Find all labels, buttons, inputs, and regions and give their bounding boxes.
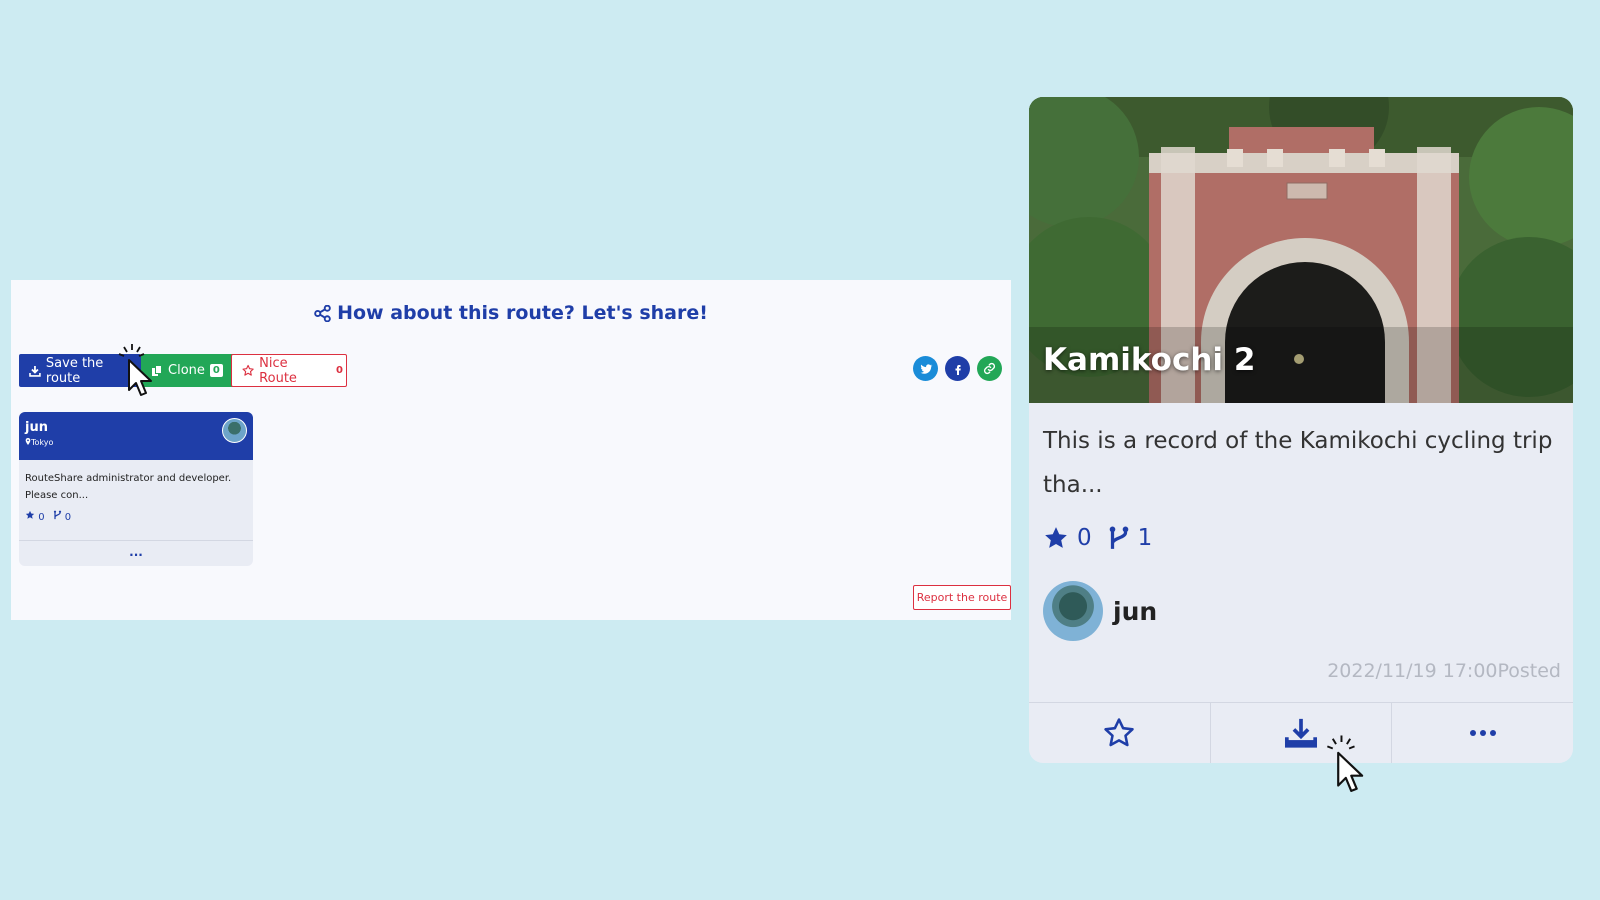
user-card-fork-count: 0 bbox=[64, 512, 72, 523]
user-card-stars: 0 bbox=[25, 510, 45, 523]
posted-date: 2022/11/19 17:00Posted bbox=[1327, 660, 1561, 682]
user-card-location-text: Tokyo bbox=[31, 438, 54, 447]
report-route-button[interactable]: Report the route bbox=[913, 585, 1011, 610]
user-card-more-button[interactable]: ... bbox=[19, 540, 253, 566]
user-card-forks: 0 bbox=[53, 510, 72, 523]
share-heading: How about this route? Let's share! bbox=[11, 302, 1011, 324]
clone-count-badge: 0 bbox=[209, 364, 223, 377]
star-icon bbox=[25, 510, 35, 519]
cursor-icon bbox=[118, 344, 152, 396]
route-stats: 0 1 bbox=[1043, 525, 1168, 551]
user-card-avatar[interactable] bbox=[222, 418, 247, 443]
route-title[interactable]: Kamikochi 2 bbox=[1043, 342, 1255, 378]
link-icon bbox=[983, 362, 996, 375]
user-profile-card[interactable]: jun Tokyo RouteShare administrator and d… bbox=[19, 412, 253, 566]
share-heading-text: How about this route? Let's share! bbox=[337, 302, 708, 324]
cursor-icon bbox=[1326, 735, 1364, 792]
nice-route-label: Nice Route bbox=[259, 355, 297, 386]
download-icon bbox=[1284, 718, 1318, 748]
route-star-count: 0 bbox=[1077, 525, 1092, 551]
share-icon bbox=[314, 305, 331, 322]
card-actions bbox=[1029, 702, 1573, 763]
nice-route-button[interactable]: Nice Route 0 bbox=[231, 354, 347, 387]
download-icon bbox=[29, 365, 41, 377]
facebook-share-button[interactable] bbox=[945, 356, 970, 381]
user-card-header: jun Tokyo bbox=[19, 412, 253, 460]
facebook-icon bbox=[955, 364, 961, 375]
route-author[interactable]: jun bbox=[1043, 581, 1157, 641]
user-card-star-count: 0 bbox=[38, 512, 45, 523]
clone-label: Clone bbox=[168, 363, 205, 378]
author-avatar[interactable] bbox=[1043, 581, 1103, 641]
twitter-share-button[interactable] bbox=[913, 356, 938, 381]
fork-icon bbox=[1109, 526, 1128, 549]
star-icon bbox=[1045, 527, 1067, 548]
copy-link-button[interactable] bbox=[977, 356, 1002, 381]
route-card[interactable]: Kamikochi 2 This is a record of the Kami… bbox=[1029, 97, 1573, 763]
route-fork-count: 1 bbox=[1137, 525, 1153, 551]
twitter-icon bbox=[920, 363, 932, 374]
star-outline-icon bbox=[242, 364, 254, 376]
user-card-name[interactable]: jun bbox=[25, 420, 247, 435]
user-card-location: Tokyo bbox=[25, 438, 247, 447]
star-outline-icon bbox=[1104, 718, 1135, 747]
user-card-stats: 0 0 bbox=[19, 504, 253, 529]
more-options-button[interactable] bbox=[1391, 703, 1573, 763]
share-panel: How about this route? Let's share! Save … bbox=[11, 280, 1011, 620]
author-name[interactable]: jun bbox=[1113, 597, 1157, 626]
fork-icon bbox=[53, 510, 61, 520]
route-description: This is a record of the Kamikochi cyclin… bbox=[1043, 428, 1553, 498]
user-card-bio-line1: RouteShare administrator and developer. bbox=[25, 473, 232, 484]
nice-count-badge: 0 bbox=[336, 365, 343, 376]
more-icon bbox=[1469, 730, 1496, 736]
user-card-bio-line2: Please con... bbox=[25, 490, 89, 501]
user-card-bio: RouteShare administrator and developer. … bbox=[19, 460, 253, 504]
favorite-button[interactable] bbox=[1029, 703, 1210, 763]
